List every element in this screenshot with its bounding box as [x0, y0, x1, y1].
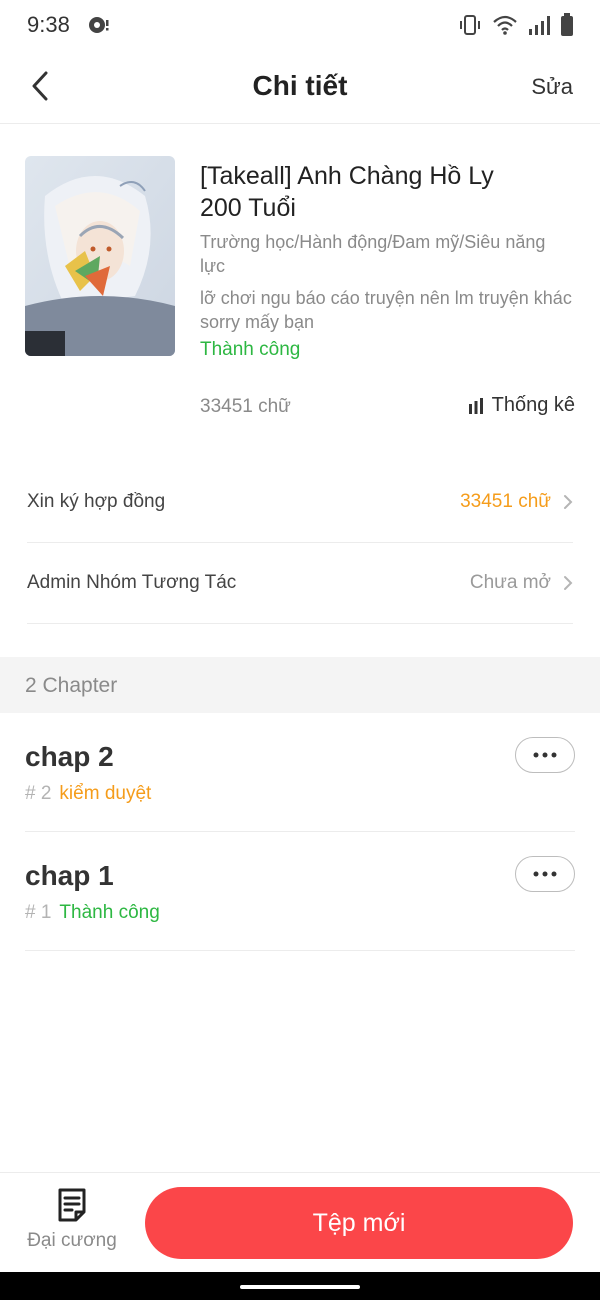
chapter-title: chap 1: [25, 860, 114, 891]
notification-icon: [89, 17, 109, 33]
chapter-title: chap 2: [25, 741, 114, 772]
bottom-divider: [0, 1172, 600, 1173]
chapter-item[interactable]: chap 1 # 1 Thành công: [25, 832, 575, 951]
stats-label: Thống kê: [491, 394, 575, 416]
chapter-item[interactable]: chap 2 # 2 kiểm duyệt: [25, 713, 575, 832]
chapter-meta: # 1 Thành công: [25, 902, 160, 924]
book-genres: Trường học/Hành động/Đam mỹ/Siêu năng lự…: [200, 232, 546, 276]
stats-button[interactable]: Thống kê: [468, 394, 575, 417]
wifi-icon: [493, 15, 517, 35]
more-icon: [533, 752, 557, 758]
book-status: Thành công: [200, 339, 301, 360]
more-icon: [533, 871, 557, 877]
word-count: 33451 chữ: [200, 396, 291, 417]
book-cover-illustration: [25, 156, 175, 356]
contract-row[interactable]: Xin ký hợp đồng 33451 chữ: [27, 462, 573, 543]
chapter-status: kiểm duyệt: [59, 783, 152, 804]
book-description: lỡ chơi ngu báo cáo truyện nên lm truyện…: [200, 288, 572, 332]
outline-button[interactable]: Đại cương: [22, 1188, 122, 1263]
status-icons: [458, 12, 574, 38]
outline-label: Đại cương: [27, 1230, 117, 1251]
admin-group-value: Chưa mở: [469, 572, 551, 593]
contract-value: 33451 chữ: [460, 491, 551, 512]
contract-label: Xin ký hợp đồng: [27, 491, 166, 512]
chevron-right-icon: [564, 576, 573, 590]
chapter-more-button[interactable]: [515, 737, 575, 773]
chapter-more-button[interactable]: [515, 856, 575, 892]
edit-button[interactable]: Sửa: [531, 74, 573, 100]
header-divider: [0, 123, 600, 124]
admin-group-label: Admin Nhóm Tương Tác: [27, 572, 237, 593]
chevron-right-icon: [564, 495, 573, 509]
home-handle[interactable]: [240, 1285, 360, 1289]
chapter-count: 2 Chapter: [25, 674, 118, 697]
chapter-status: Thành công: [59, 902, 160, 923]
admin-group-row[interactable]: Admin Nhóm Tương Tác Chưa mở: [27, 543, 573, 624]
vibrate-icon: [460, 15, 480, 35]
page-title: Chi tiết: [252, 70, 348, 101]
status-time: 9:38: [27, 12, 70, 37]
chapter-meta: # 2 kiểm duyệt: [25, 783, 151, 805]
new-file-button[interactable]: Tệp mới: [145, 1187, 573, 1259]
chapter-number: # 2: [25, 783, 52, 804]
chapter-number: # 1: [25, 902, 52, 923]
signal-icon: [529, 16, 550, 35]
book-cover[interactable]: [25, 156, 175, 356]
book-title: [Takeall] Anh Chàng Hồ Ly 200 Tuổi: [200, 162, 494, 222]
document-list-icon: [58, 1188, 86, 1222]
battery-icon: [561, 13, 573, 36]
bar-chart-icon: [468, 397, 483, 414]
